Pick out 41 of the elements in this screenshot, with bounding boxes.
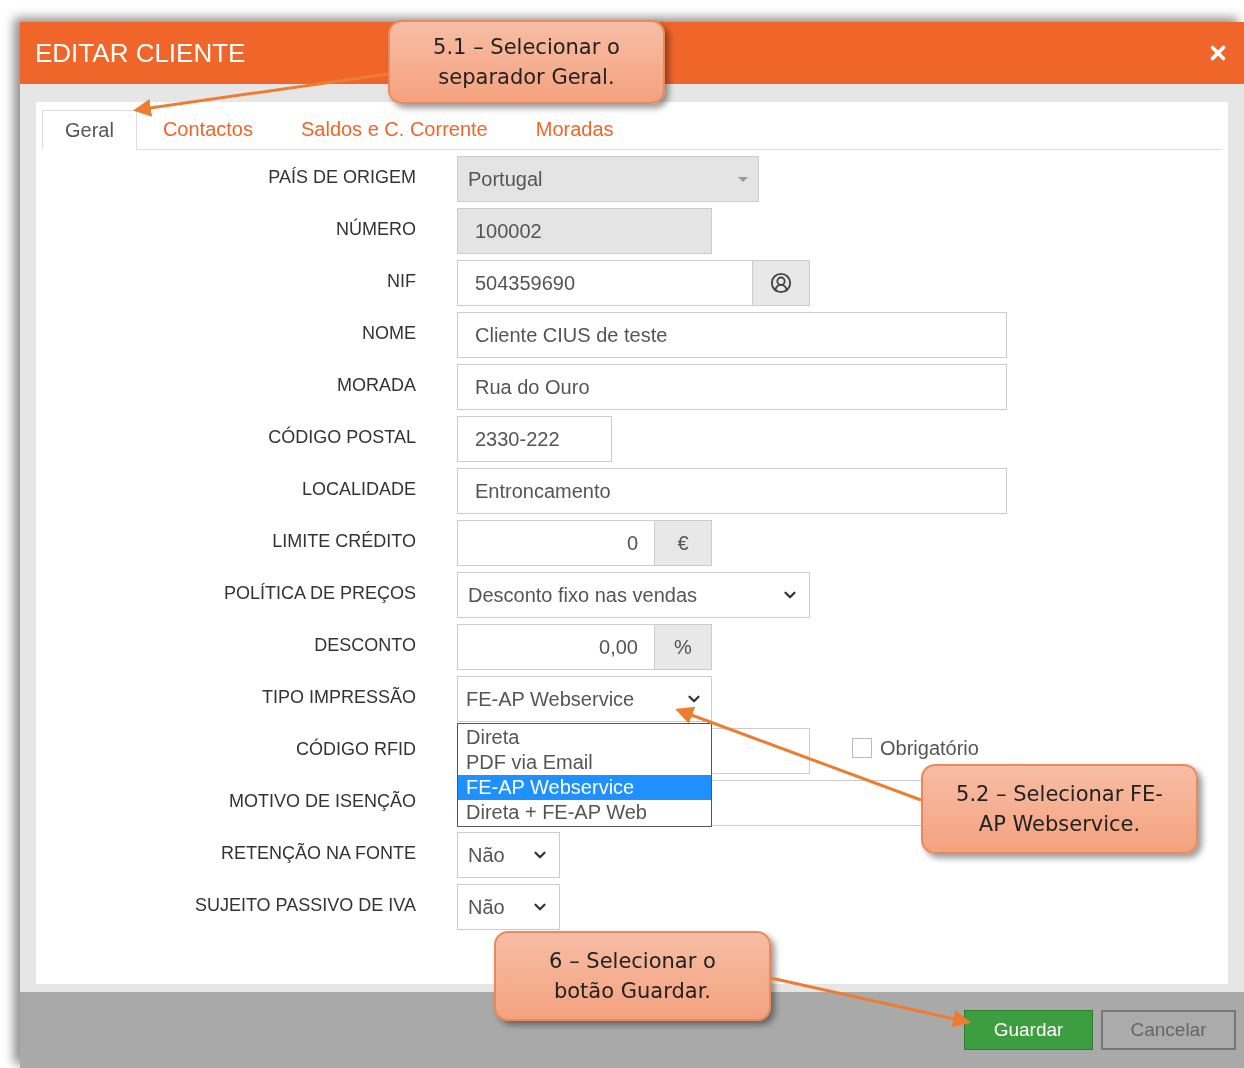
field-label: POLÍTICA DE PREÇOS — [222, 582, 416, 605]
field-label: NIF — [386, 270, 416, 293]
callout: 6 – Selecionar o botão Guardar. — [494, 931, 771, 1021]
field-label: CÓDIGO POSTAL — [267, 425, 416, 449]
field-label: SUJEITO PASSIVO DE IVA — [193, 894, 416, 917]
text-field[interactable]: Entroncamento — [457, 468, 1007, 514]
dropdown-option[interactable]: Direta — [458, 725, 711, 750]
select-field[interactable]: Desconto fixo nas vendas — [457, 572, 810, 618]
field-label: MOTIVO DE ISENÇÃO — [227, 790, 416, 813]
field-label: NÚMERO — [335, 217, 416, 241]
user-icon — [770, 272, 792, 294]
text-field[interactable]: Cliente CIUS de teste — [457, 312, 1007, 358]
field-label: TIPO IMPRESSÃO — [260, 686, 416, 709]
lookup-button[interactable] — [753, 260, 810, 306]
field-label: DESCONTO — [313, 634, 416, 657]
dialog-title: EDITAR CLIENTE — [35, 36, 246, 70]
field-label: LIMITE CRÉDITO — [271, 530, 416, 553]
select-field[interactable]: Não — [457, 884, 560, 930]
caret-icon — [738, 176, 748, 182]
unit-addon: % — [655, 624, 712, 670]
text-field[interactable]: Rua do Ouro — [457, 364, 1007, 410]
field-label: RETENÇÃO NA FONTE — [219, 842, 416, 865]
dropdown-option[interactable]: Direta + FE-AP Web — [458, 800, 711, 825]
field-label: NOME — [361, 322, 416, 345]
checkbox-label: Obrigatório — [880, 736, 979, 761]
select-field[interactable]: FE-AP Webservice — [457, 676, 712, 722]
unit-addon: € — [655, 520, 712, 566]
field-label: LOCALIDADE — [300, 478, 416, 501]
text-field[interactable]: 504359690 — [457, 260, 753, 306]
number-field[interactable]: 0 — [457, 520, 655, 566]
text-field[interactable]: 2330-222 — [457, 416, 612, 462]
dropdown-option[interactable]: PDF via Email — [458, 750, 711, 775]
field-label: MORADA — [336, 374, 416, 397]
field-label: PAÍS DE ORIGEM — [267, 166, 416, 189]
checkbox[interactable] — [852, 738, 872, 758]
field-label: CÓDIGO RFID — [295, 737, 416, 761]
select-field[interactable]: Não — [457, 832, 560, 878]
number-field[interactable]: 0,00 — [457, 624, 655, 670]
tab[interactable]: Geral — [42, 110, 137, 150]
callout: 5.2 – Selecionar FE-AP Webservice. — [921, 764, 1198, 854]
callout: 5.1 – Selecionar o separador Geral. — [388, 20, 665, 104]
